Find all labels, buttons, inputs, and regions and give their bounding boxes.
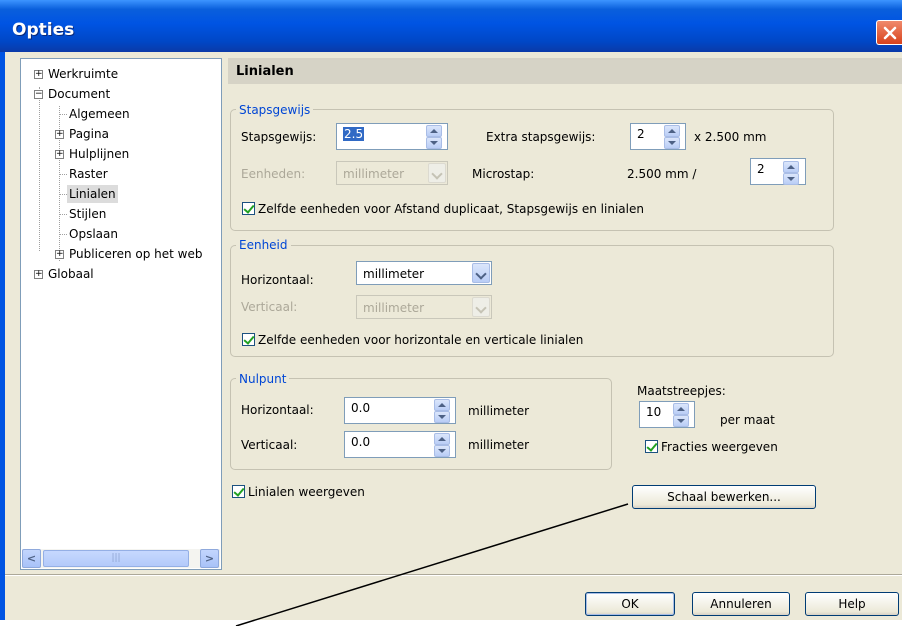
annotation-pointer-line bbox=[235, 503, 629, 626]
